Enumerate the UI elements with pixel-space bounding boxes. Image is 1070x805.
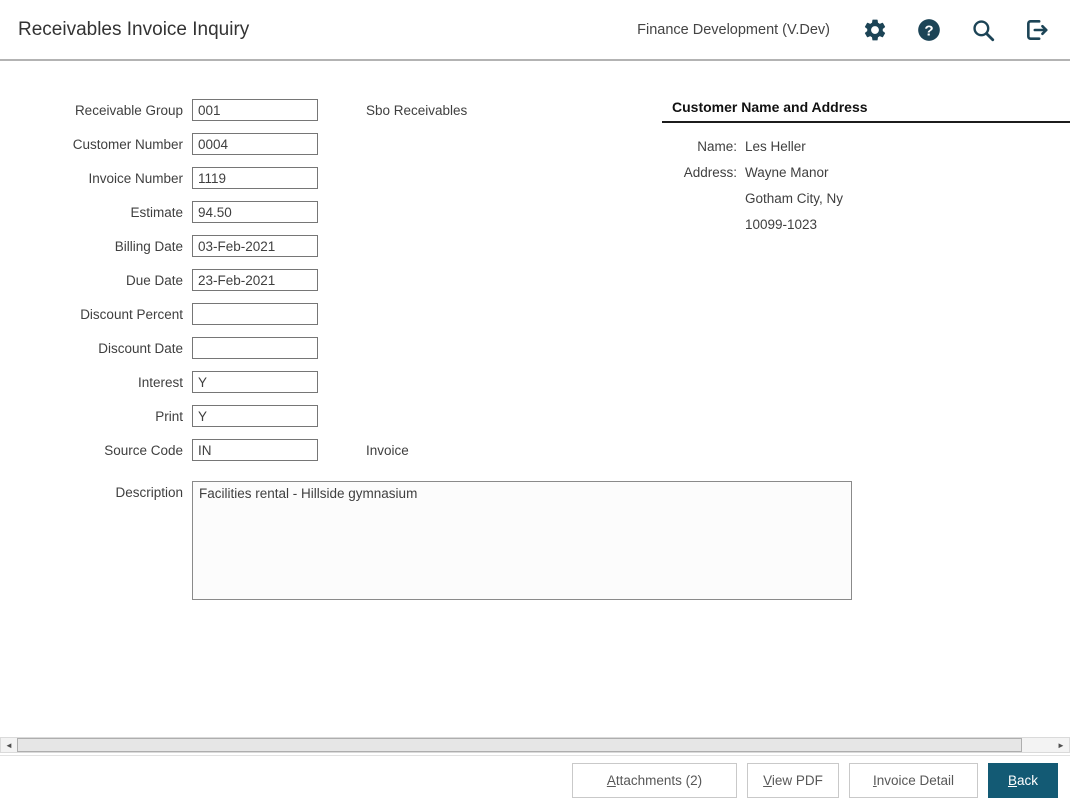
description-textarea[interactable]: Facilities rental - Hillside gymnasium: [192, 481, 852, 600]
scroll-left-arrow-icon[interactable]: ◄: [1, 738, 17, 752]
customer-address-row: Address: Wayne Manor: [662, 165, 1070, 180]
print-input[interactable]: [192, 405, 318, 427]
invoice-detail-button[interactable]: Invoice Detail: [849, 763, 978, 798]
field-row: Interest: [18, 371, 852, 393]
field-row: Discount Percent: [18, 303, 852, 325]
customer-address-line1: Wayne Manor: [745, 165, 829, 180]
discount-percent-input[interactable]: [192, 303, 318, 325]
print-label: Print: [155, 408, 183, 424]
source-code-label: Source Code: [104, 442, 183, 458]
interest-label: Interest: [137, 374, 183, 390]
source-code-description: Invoice: [366, 442, 409, 458]
settings-gear-icon[interactable]: [862, 17, 888, 43]
search-icon[interactable]: [970, 17, 996, 43]
description-label: Description: [115, 485, 183, 500]
help-icon[interactable]: ?: [916, 17, 942, 43]
scrollbar-thumb[interactable]: [17, 738, 1022, 752]
footer-bar: Attachments (2) View PDF Invoice Detail …: [0, 755, 1070, 805]
customer-name-row: Name: Les Heller: [662, 139, 1070, 154]
scrollbar-track[interactable]: [17, 738, 1053, 752]
field-row: Description Facilities rental - Hillside…: [18, 481, 852, 600]
view-pdf-button[interactable]: View PDF: [747, 763, 839, 798]
header-bar: Receivables Invoice Inquiry Finance Deve…: [0, 0, 1070, 61]
customer-name-label: Name:: [697, 139, 737, 154]
attachments-button[interactable]: Attachments (2): [572, 763, 737, 798]
customer-address-line3: 10099-1023: [745, 217, 818, 232]
customer-panel: Customer Name and Address Name: Les Hell…: [662, 99, 1070, 243]
field-row: Print: [18, 405, 852, 427]
field-row: Due Date: [18, 269, 852, 291]
customer-address-row: 10099-1023: [662, 217, 1070, 232]
estimate-label: Estimate: [130, 204, 183, 220]
discount-percent-label: Discount Percent: [80, 306, 183, 322]
customer-address-line2: Gotham City, Ny: [745, 191, 844, 206]
page-title: Receivables Invoice Inquiry: [18, 18, 250, 40]
receivable-group-input[interactable]: [192, 99, 318, 121]
customer-address-row: Gotham City, Ny: [662, 191, 1070, 206]
environment-label: Finance Development (V.Dev): [637, 21, 830, 38]
field-row: Source Code Invoice: [18, 439, 852, 461]
estimate-input[interactable]: [192, 201, 318, 223]
logout-icon[interactable]: [1024, 17, 1050, 43]
invoice-number-input[interactable]: [192, 167, 318, 189]
receivable-group-description: Sbo Receivables: [366, 102, 468, 118]
due-date-input[interactable]: [192, 269, 318, 291]
customer-number-input[interactable]: [192, 133, 318, 155]
customer-name-value: Les Heller: [745, 139, 806, 154]
billing-date-label: Billing Date: [114, 238, 183, 254]
invoice-number-label: Invoice Number: [88, 170, 183, 186]
receivable-group-label: Receivable Group: [74, 102, 183, 118]
horizontal-scrollbar[interactable]: ◄ ►: [0, 737, 1070, 753]
customer-section-title: Customer Name and Address: [662, 99, 1070, 123]
header-actions: Finance Development (V.Dev) ?: [637, 17, 1050, 43]
interest-input[interactable]: [192, 371, 318, 393]
svg-text:?: ?: [924, 22, 933, 39]
due-date-label: Due Date: [125, 272, 183, 288]
source-code-input[interactable]: [192, 439, 318, 461]
customer-number-label: Customer Number: [72, 136, 183, 152]
back-button[interactable]: Back: [988, 763, 1058, 798]
discount-date-label: Discount Date: [98, 340, 183, 356]
discount-date-input[interactable]: [192, 337, 318, 359]
customer-address-label: Address:: [683, 165, 737, 180]
billing-date-input[interactable]: [192, 235, 318, 257]
field-row: Discount Date: [18, 337, 852, 359]
scroll-right-arrow-icon[interactable]: ►: [1053, 738, 1069, 752]
